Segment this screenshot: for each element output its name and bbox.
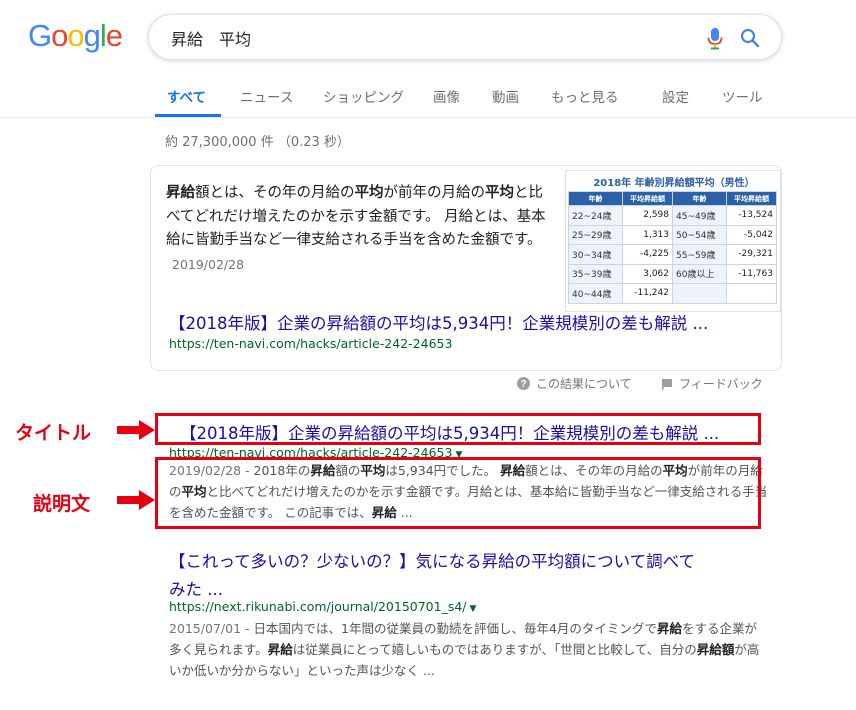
result-2-title-line1: 【これって多いの？少ないの？】気になる昇給の平均額について調べて — [169, 552, 696, 571]
tab-news[interactable]: ニュース — [240, 86, 293, 106]
table-header: 年齢 — [672, 191, 727, 206]
table-title: 2018年 年齢別昇給額平均（男性） — [593, 178, 755, 189]
tab-settings[interactable]: 設定 — [662, 86, 689, 106]
text-fragment: 額とは、その年の月給の — [195, 185, 355, 201]
table-row: 22~24歳 2,598 45~49歳 -13,524 — [568, 205, 777, 226]
featured-snippet: 昇給額とは、その年の月給の平均が前年の月給の平均と比べてどれだけ増えたのかを示す… — [150, 165, 782, 371]
table-age-cell: 25~29歳 — [568, 224, 623, 245]
result-2-title[interactable]: 【これって多いの？少ないの？】気になる昇給の平均額について調べて みた ... — [169, 548, 695, 600]
highlighted-term: 額 — [721, 642, 735, 657]
table-value-cell: -29,321 — [726, 244, 777, 265]
tab-tools[interactable]: ツール — [722, 86, 763, 106]
table-row: 35~39歳 3,062 60歳以上 -11,763 — [568, 263, 777, 284]
highlighted-term: 平均 — [485, 185, 514, 201]
feedback-label: フィードバック — [679, 377, 763, 391]
text-fragment: は従業員にとって嬉しいものではありますが、「世間と比較して、自分の — [292, 642, 697, 657]
search-box — [148, 14, 782, 60]
title-highlight-box — [155, 413, 761, 445]
highlighted-term: 昇給 — [696, 642, 722, 657]
tab-images[interactable]: 画像 — [433, 86, 460, 106]
table-age-cell — [672, 283, 727, 304]
mic-icon[interactable] — [707, 27, 723, 51]
description-arrow-icon — [117, 490, 155, 510]
table-age-cell: 55~59歳 — [672, 244, 727, 265]
table-row: 40~44歳 -11,242 — [568, 283, 777, 304]
feedback-icon — [662, 379, 672, 390]
table-age-cell: 45~49歳 — [672, 205, 727, 226]
logo-letter: g — [83, 18, 101, 53]
about-result-link[interactable]: ? この結果について — [517, 375, 632, 392]
result-2-url[interactable]: https://next.rikunabi.com/journal/201507… — [169, 599, 476, 614]
google-logo[interactable]: Google — [28, 18, 123, 54]
result-2-title-line2: みた ... — [169, 580, 223, 599]
result-date: 2015/07/01 - — [169, 621, 254, 636]
table-age-cell: 50~54歳 — [672, 224, 727, 245]
search-input[interactable] — [171, 26, 691, 50]
snippet-text: 昇給額とは、その年の月給の平均が前年の月給の平均と比べてどれだけ増えたのかを示す… — [166, 182, 546, 277]
table-header: 平均昇給額 — [622, 191, 673, 206]
title-arrow-icon — [117, 420, 155, 440]
table-value-cell: 3,062 — [622, 263, 673, 284]
tab-videos[interactable]: 動画 — [492, 86, 519, 106]
snippet-date: 2019/02/28 — [172, 256, 245, 272]
table-value-cell: -4,225 — [622, 244, 673, 265]
table-row: 30~34歳 -4,225 55~59歳 -29,321 — [568, 244, 777, 265]
svg-text:?: ? — [520, 379, 526, 390]
search-tabs: すべて ニュース ショッピング 画像 動画 もっと見る 設定 ツール — [0, 78, 856, 118]
description-annotation-label: 説明文 — [33, 493, 91, 515]
result-stats: 約 27,300,000 件 （0.23 秒） — [165, 135, 350, 150]
tab-more[interactable]: もっと見る — [551, 86, 619, 106]
table-value-cell: 1,313 — [622, 224, 673, 245]
table-value-cell: -11,242 — [622, 283, 673, 304]
table-age-cell: 35~39歳 — [568, 263, 623, 284]
highlighted-term: 平均 — [354, 185, 384, 201]
logo-letter: o — [51, 18, 68, 53]
text-fragment: 日本国内では、1年間の従業員の勤続を評価し、毎年4月のタイミングで — [253, 621, 657, 636]
table-value-cell: 2,598 — [622, 205, 673, 226]
table-age-cell: 40~44歳 — [568, 283, 623, 304]
table-row: 25~29歳 1,313 50~54歳 -5,042 — [568, 224, 777, 245]
highlighted-term: 昇給 — [656, 621, 682, 636]
tab-all[interactable]: すべて — [167, 86, 206, 106]
logo-letter: G — [28, 18, 52, 53]
result-2-url-text: https://next.rikunabi.com/journal/201507… — [169, 599, 467, 614]
search-icon[interactable] — [739, 27, 761, 49]
snippet-title-link[interactable]: 【2018年版】企業の昇給額の平均は5,934円！企業規模別の差も解説 ... — [169, 310, 708, 334]
about-result-label: この結果について — [536, 377, 632, 391]
table-header: 平均昇給額 — [726, 191, 777, 206]
table-value-cell: -5,042 — [726, 224, 777, 245]
result-2-menu-icon[interactable]: ▼ — [470, 604, 477, 614]
table-value-cell: -13,524 — [726, 205, 777, 226]
snippet-table-image[interactable]: 2018年 年齢別昇給額平均（男性） 年齢 平均昇給額 年齢 平均昇給額 22~24歳… — [565, 170, 781, 312]
table-header: 年齢 — [568, 191, 623, 206]
table-age-cell: 60歳以上 — [672, 263, 727, 284]
table-age-cell: 22~24歳 — [568, 205, 623, 226]
description-highlight-box — [155, 457, 761, 529]
logo-letter: o — [67, 18, 84, 53]
title-annotation-label: タイトル — [15, 422, 92, 444]
table-value-cell — [726, 283, 777, 304]
highlighted-term: 昇給 — [166, 185, 195, 201]
highlighted-term: 昇給 — [267, 642, 293, 657]
help-icon: ? — [517, 377, 530, 390]
text-fragment: が前年の月給の — [383, 185, 486, 201]
salary-table: 年齢 平均昇給額 年齢 平均昇給額 22~24歳 2,598 45~49歳 -13,524 2… — [568, 191, 777, 304]
feedback-link[interactable]: フィードバック — [661, 375, 763, 392]
table-age-cell: 30~34歳 — [568, 244, 623, 265]
result-2-description: 2015/07/01 - 日本国内では、1年間の従業員の勤続を評価し、毎年4月の… — [169, 618, 761, 681]
active-tab-indicator — [155, 114, 221, 117]
snippet-url: https://ten-navi.com/hacks/article-242-2… — [169, 336, 453, 351]
logo-letter: e — [105, 18, 123, 53]
tab-shopping[interactable]: ショッピング — [323, 86, 404, 106]
table-value-cell: -11,763 — [726, 263, 777, 284]
